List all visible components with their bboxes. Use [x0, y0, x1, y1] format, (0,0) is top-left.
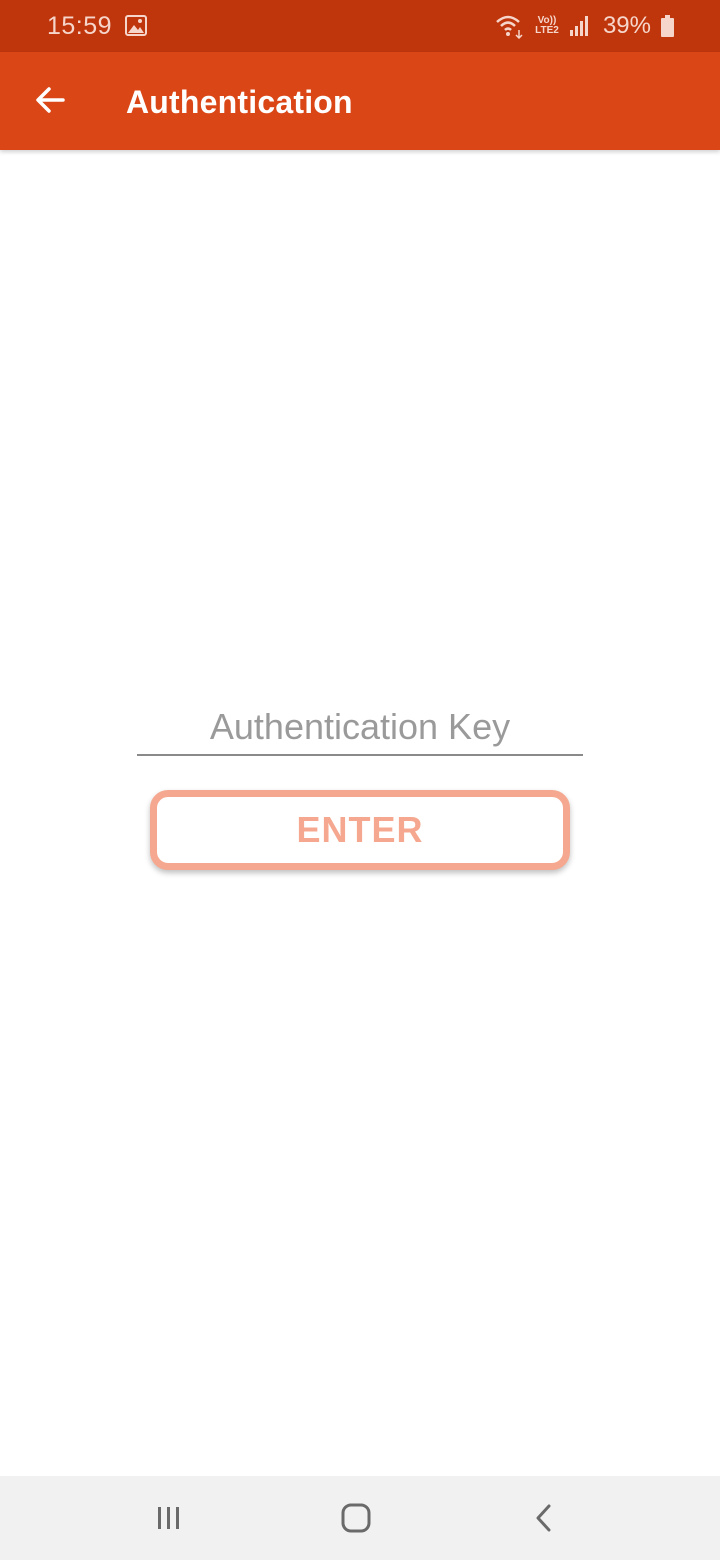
app-bar: Authentication	[0, 52, 720, 150]
status-time: 15:59	[47, 12, 113, 40]
home-icon	[341, 1503, 371, 1533]
nav-back-button[interactable]	[522, 1498, 566, 1538]
recents-button[interactable]	[147, 1498, 191, 1538]
authentication-key-input[interactable]	[137, 700, 583, 756]
arrow-left-icon	[36, 87, 65, 113]
enter-button[interactable]: ENTER	[150, 790, 570, 870]
gallery-icon	[125, 15, 147, 36]
lte-label: LTE2	[535, 25, 559, 36]
back-icon	[536, 1504, 551, 1532]
status-bar: 15:59 Vo)) LTE2 39%	[0, 0, 720, 52]
recents-icon	[158, 1507, 179, 1529]
status-indicators: Vo)) LTE2 39%	[495, 11, 674, 41]
volte-lte-icon: Vo)) LTE2	[533, 16, 561, 36]
home-button[interactable]	[334, 1498, 378, 1538]
system-nav-bar	[0, 1476, 720, 1560]
back-button[interactable]	[22, 72, 78, 128]
page-title: Authentication	[126, 84, 353, 120]
wifi-icon	[496, 15, 523, 39]
battery-icon	[661, 15, 674, 37]
signal-icon	[569, 16, 588, 36]
battery-percent: 39%	[602, 12, 651, 39]
